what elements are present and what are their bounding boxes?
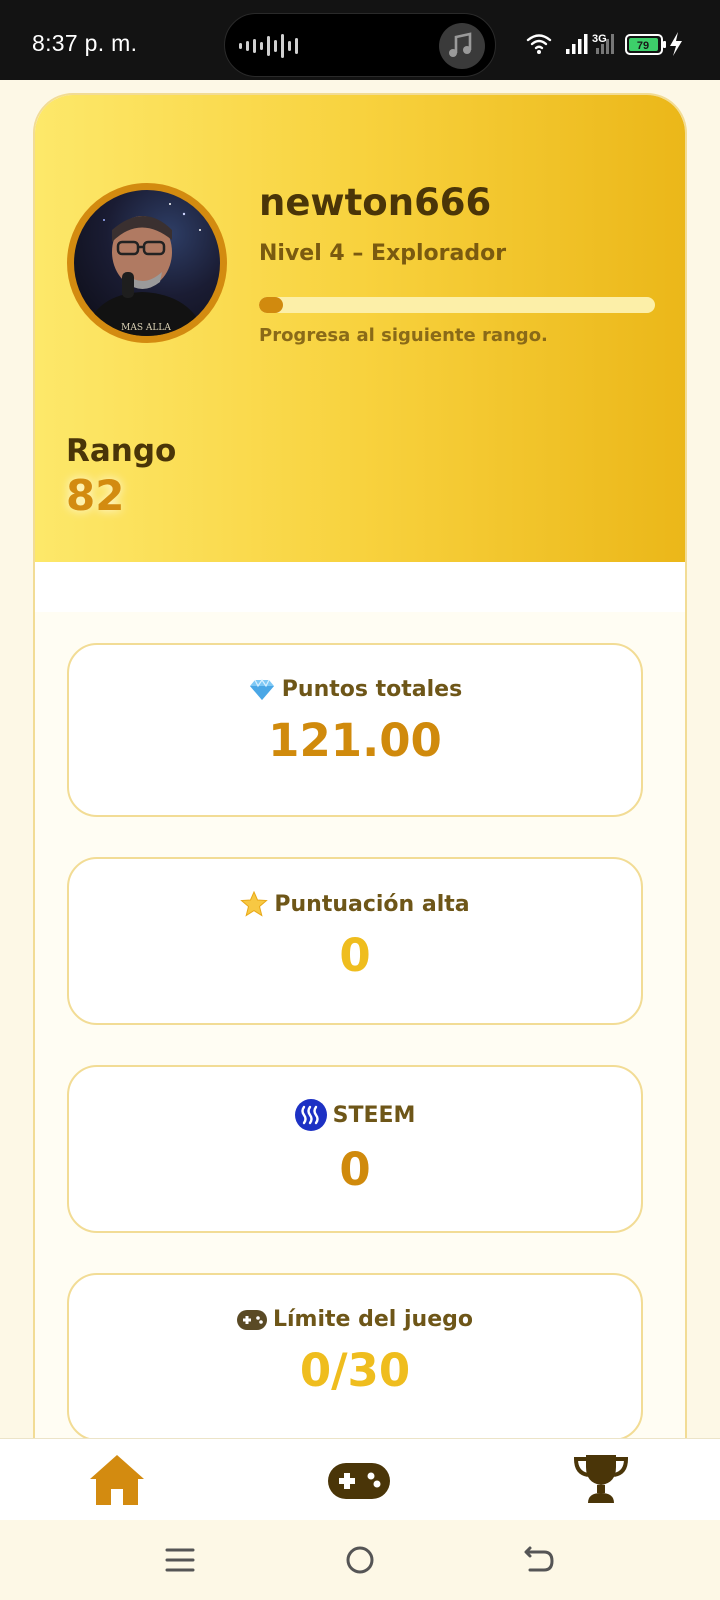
menu-icon — [165, 1548, 195, 1572]
rank-progress-fill — [259, 297, 283, 313]
music-note-icon[interactable] — [439, 23, 485, 69]
diamond-icon — [249, 678, 274, 700]
wifi-icon — [526, 34, 552, 50]
stat-label: Puntuación alta — [274, 891, 470, 917]
stat-value: 0 — [339, 1143, 371, 1196]
username: newton666 — [259, 181, 492, 224]
progress-caption: Progresa al siguiente rango. — [259, 325, 548, 346]
stat-label: STEEM — [332, 1102, 416, 1128]
trophy-icon — [573, 1455, 629, 1503]
bottom-nav — [0, 1438, 720, 1520]
signal-icon — [566, 34, 588, 54]
back-button[interactable] — [520, 1540, 560, 1580]
stat-card-high-score: Puntuación alta 0 — [67, 857, 643, 1025]
stat-value: 0 — [339, 929, 371, 982]
stat-value: 121.00 — [268, 714, 442, 767]
status-time: 8:37 p. m. — [32, 30, 138, 56]
stat-value: 0/30 — [299, 1344, 411, 1397]
system-nav-bar — [0, 1520, 720, 1600]
recent-apps-button[interactable] — [160, 1540, 200, 1580]
nav-trophy[interactable] — [572, 1453, 632, 1509]
level-label: Nivel 4 – Explorador — [259, 241, 507, 266]
dynamic-island[interactable] — [224, 13, 496, 77]
gamepad-icon — [237, 1309, 267, 1330]
section-divider — [35, 562, 685, 612]
status-icons: 3G 79 — [526, 32, 682, 56]
star-icon — [240, 891, 269, 917]
nav-home[interactable] — [88, 1453, 148, 1509]
back-icon — [524, 1546, 554, 1572]
audio-wave-icon — [239, 34, 298, 58]
status-bar: 8:37 p. m. 3G 79 — [0, 0, 720, 80]
svg-text:3G: 3G — [592, 33, 607, 45]
stat-label: Puntos totales — [281, 677, 463, 702]
circle-icon — [346, 1546, 374, 1574]
home-button[interactable] — [340, 1540, 380, 1580]
profile-hero: MAS ALLA newton666 Nivel 4 – Explorador … — [35, 95, 685, 562]
svg-text:79: 79 — [637, 40, 649, 52]
nav-games[interactable] — [328, 1453, 392, 1509]
stat-card-game-limit: Límite del juego 0/30 — [67, 1273, 643, 1441]
home-icon — [90, 1455, 144, 1505]
svg-text:MAS ALLA: MAS ALLA — [121, 323, 171, 333]
steem-icon — [294, 1099, 327, 1131]
stat-card-total-points: Puntos totales 121.00 — [67, 643, 643, 817]
battery-icon: 79 — [625, 34, 666, 55]
rank-progress-bar — [259, 297, 655, 313]
gamepad-icon — [328, 1463, 390, 1499]
charging-icon — [670, 32, 682, 56]
stat-card-steem: STEEM 0 — [67, 1065, 643, 1233]
stat-label: Límite del juego — [273, 1307, 473, 1332]
avatar[interactable]: MAS ALLA — [67, 183, 227, 343]
user-avatar-icon: MAS ALLA — [84, 203, 206, 336]
rank-label: Rango — [66, 433, 177, 469]
rank-value: 82 — [66, 471, 125, 520]
profile-card: MAS ALLA newton666 Nivel 4 – Explorador … — [33, 93, 687, 1573]
